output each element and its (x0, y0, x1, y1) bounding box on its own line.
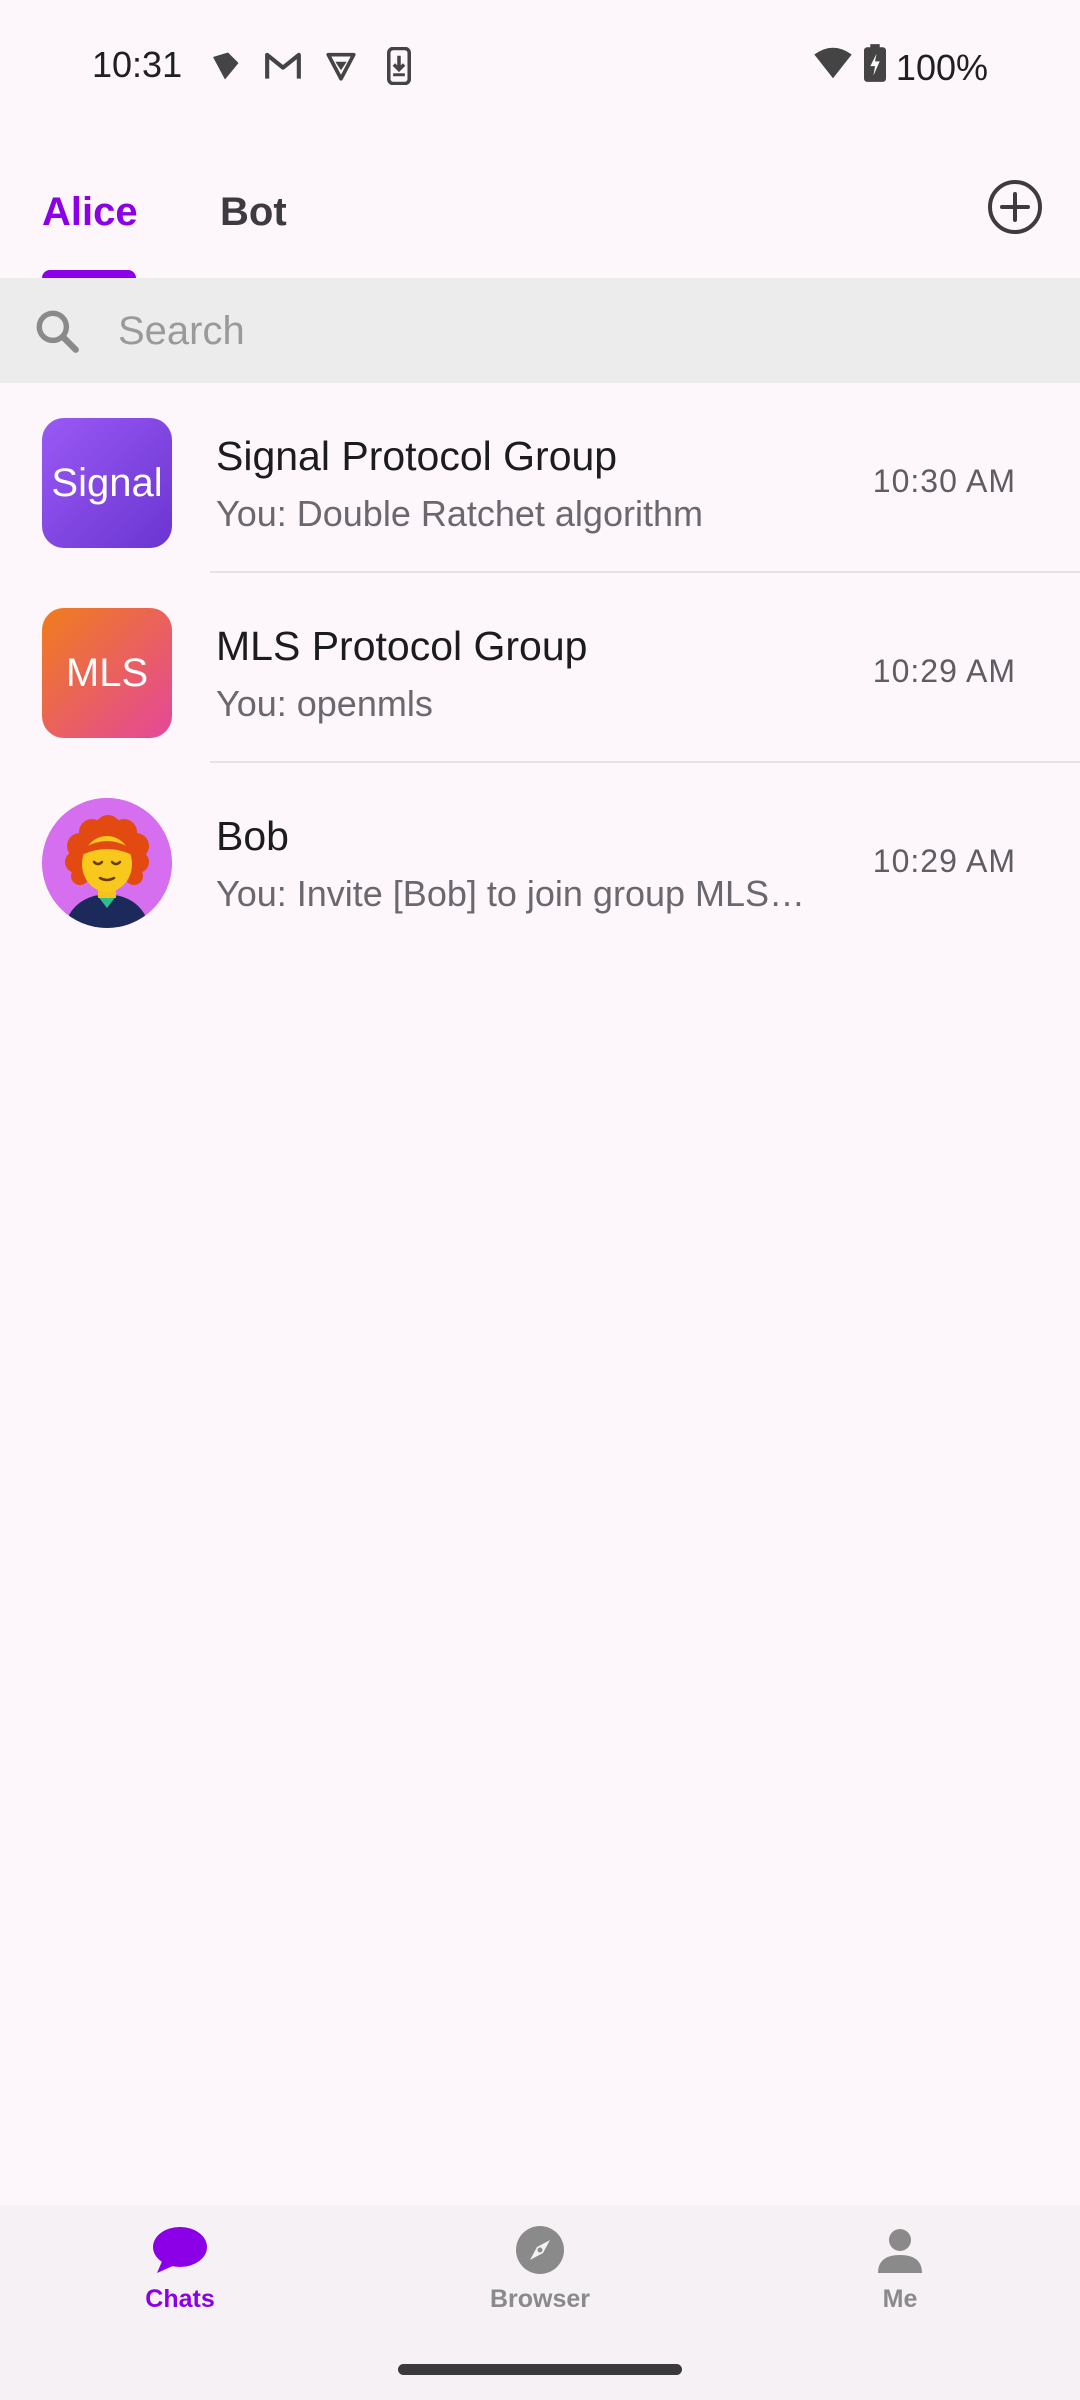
nav-label-chats: Chats (145, 2285, 215, 2313)
chat-preview: You: openmls (216, 683, 433, 724)
chat-bubble-icon (153, 2227, 207, 2273)
add-button[interactable] (986, 178, 1044, 236)
nav-item-chats[interactable]: Chats (80, 2225, 280, 2345)
chat-item-mls-protocol-group[interactable]: MLS MLS Protocol Group You: openmls 10:2… (0, 573, 1080, 763)
vpn-icon (321, 46, 361, 86)
chat-preview: You: Invite [Bob] to join group MLS… (216, 873, 806, 914)
status-time: 10:31 (92, 44, 183, 85)
tab-bot[interactable]: Bot (220, 190, 287, 235)
bob-avatar (42, 798, 172, 928)
chat-item-bob[interactable]: Bob You: Invite [Bob] to join group MLS…… (0, 763, 1080, 953)
search-icon (32, 306, 82, 356)
chat-name: Signal Protocol Group (216, 433, 618, 479)
home-indicator[interactable] (398, 2364, 682, 2375)
battery-charging-icon (863, 44, 886, 91)
chat-item-signal-protocol-group[interactable]: Signal Signal Protocol Group You: Double… (0, 383, 1080, 573)
avatar-text: MLS (65, 650, 149, 695)
chat-time: 10:29 AM (872, 843, 1016, 879)
curly-hair-person-icon (42, 798, 172, 928)
group-avatar: MLS (42, 608, 172, 738)
chat-time: 10:29 AM (872, 653, 1016, 689)
nav-label-me: Me (882, 2285, 918, 2313)
search-input[interactable] (116, 300, 1020, 362)
wifi-icon (812, 46, 854, 89)
chat-preview: You: Double Ratchet algorithm (216, 493, 703, 534)
gmail-icon (263, 46, 303, 86)
notification-icons (205, 46, 419, 86)
chat-list: Signal Signal Protocol Group You: Double… (0, 383, 1080, 953)
account-tabs: Alice Bot (0, 170, 1080, 278)
chat-time: 10:30 AM (872, 463, 1016, 499)
chat-name: Bob (216, 813, 289, 859)
tab-alice[interactable]: Alice (42, 190, 138, 235)
battery-percent: 100% (895, 46, 988, 88)
nav-label-browser: Browser (489, 2285, 591, 2313)
compass-icon (516, 2226, 564, 2274)
nav-item-me[interactable]: Me (800, 2225, 1000, 2345)
signal-app-icon (205, 46, 245, 86)
chat-name: MLS Protocol Group (216, 623, 588, 669)
nav-item-browser[interactable]: Browser (440, 2225, 640, 2345)
avatar-text: Signal (51, 460, 163, 505)
search-bar (0, 278, 1080, 383)
add-circle-icon (988, 180, 1042, 234)
download-phone-icon (379, 46, 419, 86)
status-right: 100% (812, 44, 988, 91)
status-bar: 10:31 100% (0, 0, 1080, 135)
group-avatar: Signal (42, 418, 172, 548)
active-tab-indicator (42, 270, 136, 278)
person-icon (878, 2229, 922, 2273)
